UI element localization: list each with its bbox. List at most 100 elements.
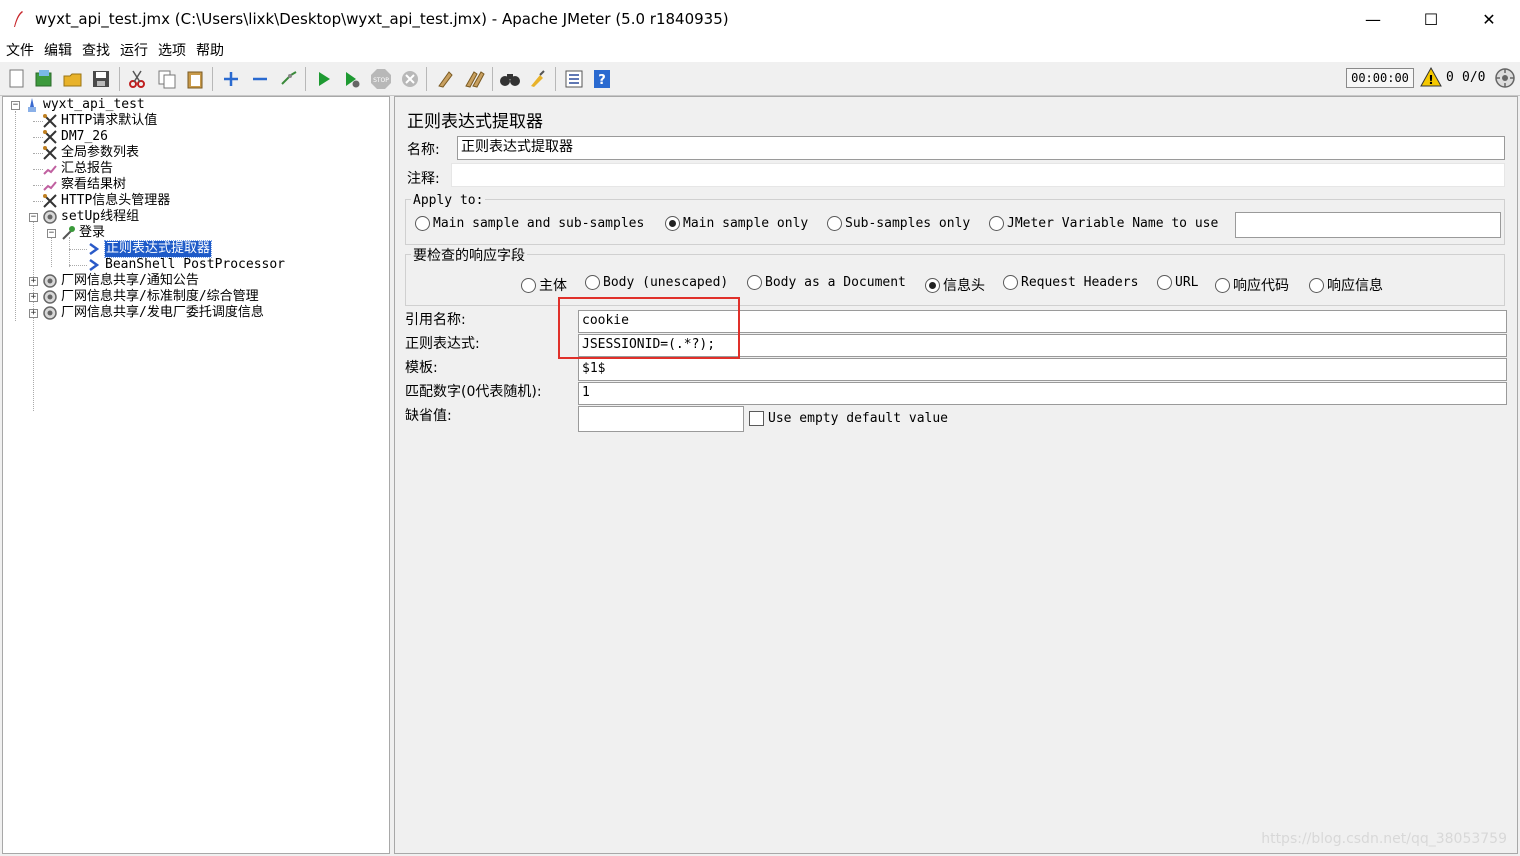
tree-item-dm7[interactable]: DM7_26: [41, 129, 108, 145]
apply-variable-radio[interactable]: JMeter Variable Name to use: [989, 216, 1218, 231]
menu-help[interactable]: 帮助: [196, 40, 224, 60]
tree-item-label: 汇总报告: [61, 161, 114, 176]
toolbar: STOP ?: [0, 62, 1520, 96]
tree-item-label: HTTP信息头管理器: [61, 193, 171, 208]
save-icon[interactable]: [90, 68, 112, 90]
tree-item-login[interactable]: 登录: [59, 225, 105, 241]
template-field[interactable]: $1$: [578, 358, 1507, 381]
field-request-headers-radio[interactable]: Request Headers: [1003, 275, 1138, 290]
tree-item-header-manager[interactable]: HTTP信息头管理器: [41, 193, 170, 209]
field-body-document-radio[interactable]: Body as a Document: [747, 275, 906, 290]
tree-item-summary-report[interactable]: 汇总报告: [41, 161, 113, 177]
field-body-unescaped-radio[interactable]: Body (unescaped): [585, 275, 728, 290]
tree-item-global-params[interactable]: 全局参数列表: [41, 145, 139, 161]
open-icon[interactable]: [62, 68, 84, 90]
listener-chart-icon: [41, 161, 59, 177]
menu-run[interactable]: 运行: [120, 40, 148, 60]
copy-icon[interactable]: [156, 68, 178, 90]
close-button[interactable]: ✕: [1460, 0, 1518, 38]
apply-main-and-sub-radio[interactable]: Main sample and sub-samples: [415, 216, 644, 231]
clear-all-icon[interactable]: [464, 68, 486, 90]
thread-group-gear-icon: [41, 289, 59, 305]
field-response-code-radio[interactable]: 响应代码: [1215, 275, 1289, 295]
start-no-pauses-icon[interactable]: [341, 68, 363, 90]
tree-item-label: HTTP请求默认值: [61, 113, 158, 128]
new-icon[interactable]: [6, 68, 28, 90]
tree-item-regex-extractor[interactable]: 正则表达式提取器: [85, 240, 213, 258]
variable-name-field[interactable]: [1235, 212, 1501, 238]
config-tools-icon: [41, 113, 59, 129]
field-url-radio[interactable]: URL: [1157, 275, 1198, 290]
apply-sub-only-radio[interactable]: Sub-samples only: [827, 216, 970, 231]
tree-item-beanshell[interactable]: BeanShell PostProcessor: [85, 257, 285, 273]
apply-to-title: Apply to:: [411, 193, 486, 208]
menu-search[interactable]: 查找: [82, 40, 110, 60]
test-plan-icon: [23, 97, 41, 113]
tree-item-http-defaults[interactable]: HTTP请求默认值: [41, 113, 157, 129]
regex-extractor-panel: 正则表达式提取器 名称: 正则表达式提取器 注释: Apply to: Main…: [394, 96, 1518, 854]
warning-count: 0: [1446, 70, 1454, 85]
apply-main-only-radio[interactable]: Main sample only: [665, 216, 808, 231]
listener-chart-icon: [41, 177, 59, 193]
elapsed-timer: 00:00:00: [1346, 68, 1414, 88]
help-icon[interactable]: ?: [591, 68, 613, 90]
default-value-label: 缺省值:: [405, 408, 452, 424]
thread-group-gear-icon: [41, 209, 59, 225]
cut-icon[interactable]: [126, 68, 148, 90]
expand-icon[interactable]: [220, 68, 242, 90]
collapse-login-toggle[interactable]: −: [47, 229, 56, 238]
default-value-field[interactable]: [578, 406, 744, 432]
maximize-button[interactable]: ☐: [1402, 0, 1460, 38]
thread-ratio: 0/0: [1462, 70, 1486, 85]
config-tools-icon: [41, 145, 59, 161]
post-processor-arrow-icon: [85, 241, 103, 257]
shutdown-icon[interactable]: [399, 68, 421, 90]
function-helper-icon[interactable]: [563, 68, 585, 90]
menu-edit[interactable]: 编辑: [44, 40, 72, 60]
tree-item-notice[interactable]: 厂网信息共享/通知公告: [41, 273, 199, 289]
expand-group-toggle[interactable]: +: [29, 293, 38, 302]
reset-search-icon[interactable]: [527, 68, 549, 90]
tree-item-label: 厂网信息共享/发电厂委托调度信息: [61, 305, 264, 320]
tree-item-standards[interactable]: 厂网信息共享/标准制度/综合管理: [41, 289, 259, 305]
search-icon[interactable]: [499, 68, 521, 90]
tree-item-label: 全局参数列表: [61, 145, 140, 160]
field-response-message-radio[interactable]: 响应信息: [1309, 275, 1383, 295]
start-icon[interactable]: [313, 68, 335, 90]
menu-options[interactable]: 选项: [158, 40, 186, 60]
tree-item-label: setUp线程组: [61, 209, 140, 224]
expand-group-toggle[interactable]: +: [29, 309, 38, 318]
collapse-icon[interactable]: [249, 68, 271, 90]
tree-item-setup-thread-group[interactable]: setUp线程组: [41, 209, 139, 225]
toggle-icon[interactable]: [278, 68, 300, 90]
warning-icon[interactable]: !: [1420, 66, 1442, 88]
svg-text:!: !: [1428, 73, 1433, 87]
menu-file[interactable]: 文件: [6, 40, 34, 60]
comment-field[interactable]: [451, 163, 1505, 187]
tree-item-label: DM7_26: [61, 129, 108, 144]
collapse-root-toggle[interactable]: −: [11, 101, 20, 110]
name-field[interactable]: 正则表达式提取器: [457, 136, 1505, 160]
tree-item-root[interactable]: wyxt_api_test: [23, 97, 145, 113]
tree-item-dispatch[interactable]: 厂网信息共享/发电厂委托调度信息: [41, 305, 264, 321]
templates-icon[interactable]: [33, 68, 55, 90]
tree-item-label: wyxt_api_test: [43, 97, 145, 112]
field-headers-radio[interactable]: 信息头: [925, 275, 985, 295]
minimize-button[interactable]: —: [1344, 0, 1402, 38]
field-body-radio[interactable]: 主体: [521, 275, 567, 295]
collapse-setup-toggle[interactable]: −: [29, 213, 38, 222]
thread-group-gear-icon: [41, 305, 59, 321]
watermark: https://blog.csdn.net/qq_38053759: [1261, 831, 1507, 847]
clear-icon[interactable]: [434, 68, 456, 90]
title-bar: wyxt_api_test.jmx (C:\Users\lixk\Desktop…: [0, 0, 1520, 38]
tree-item-results-tree[interactable]: 察看结果树: [41, 177, 126, 193]
remote-engines-icon[interactable]: [1494, 67, 1516, 89]
use-empty-default-checkbox[interactable]: Use empty default value: [749, 411, 948, 426]
tree-item-label: 正则表达式提取器: [103, 240, 213, 258]
match-number-field[interactable]: 1: [578, 382, 1507, 405]
highlight-box: [558, 297, 740, 359]
window-title: wyxt_api_test.jmx (C:\Users\lixk\Desktop…: [35, 10, 729, 28]
expand-group-toggle[interactable]: +: [29, 277, 38, 286]
stop-icon[interactable]: STOP: [370, 68, 392, 90]
paste-icon[interactable]: [184, 68, 206, 90]
